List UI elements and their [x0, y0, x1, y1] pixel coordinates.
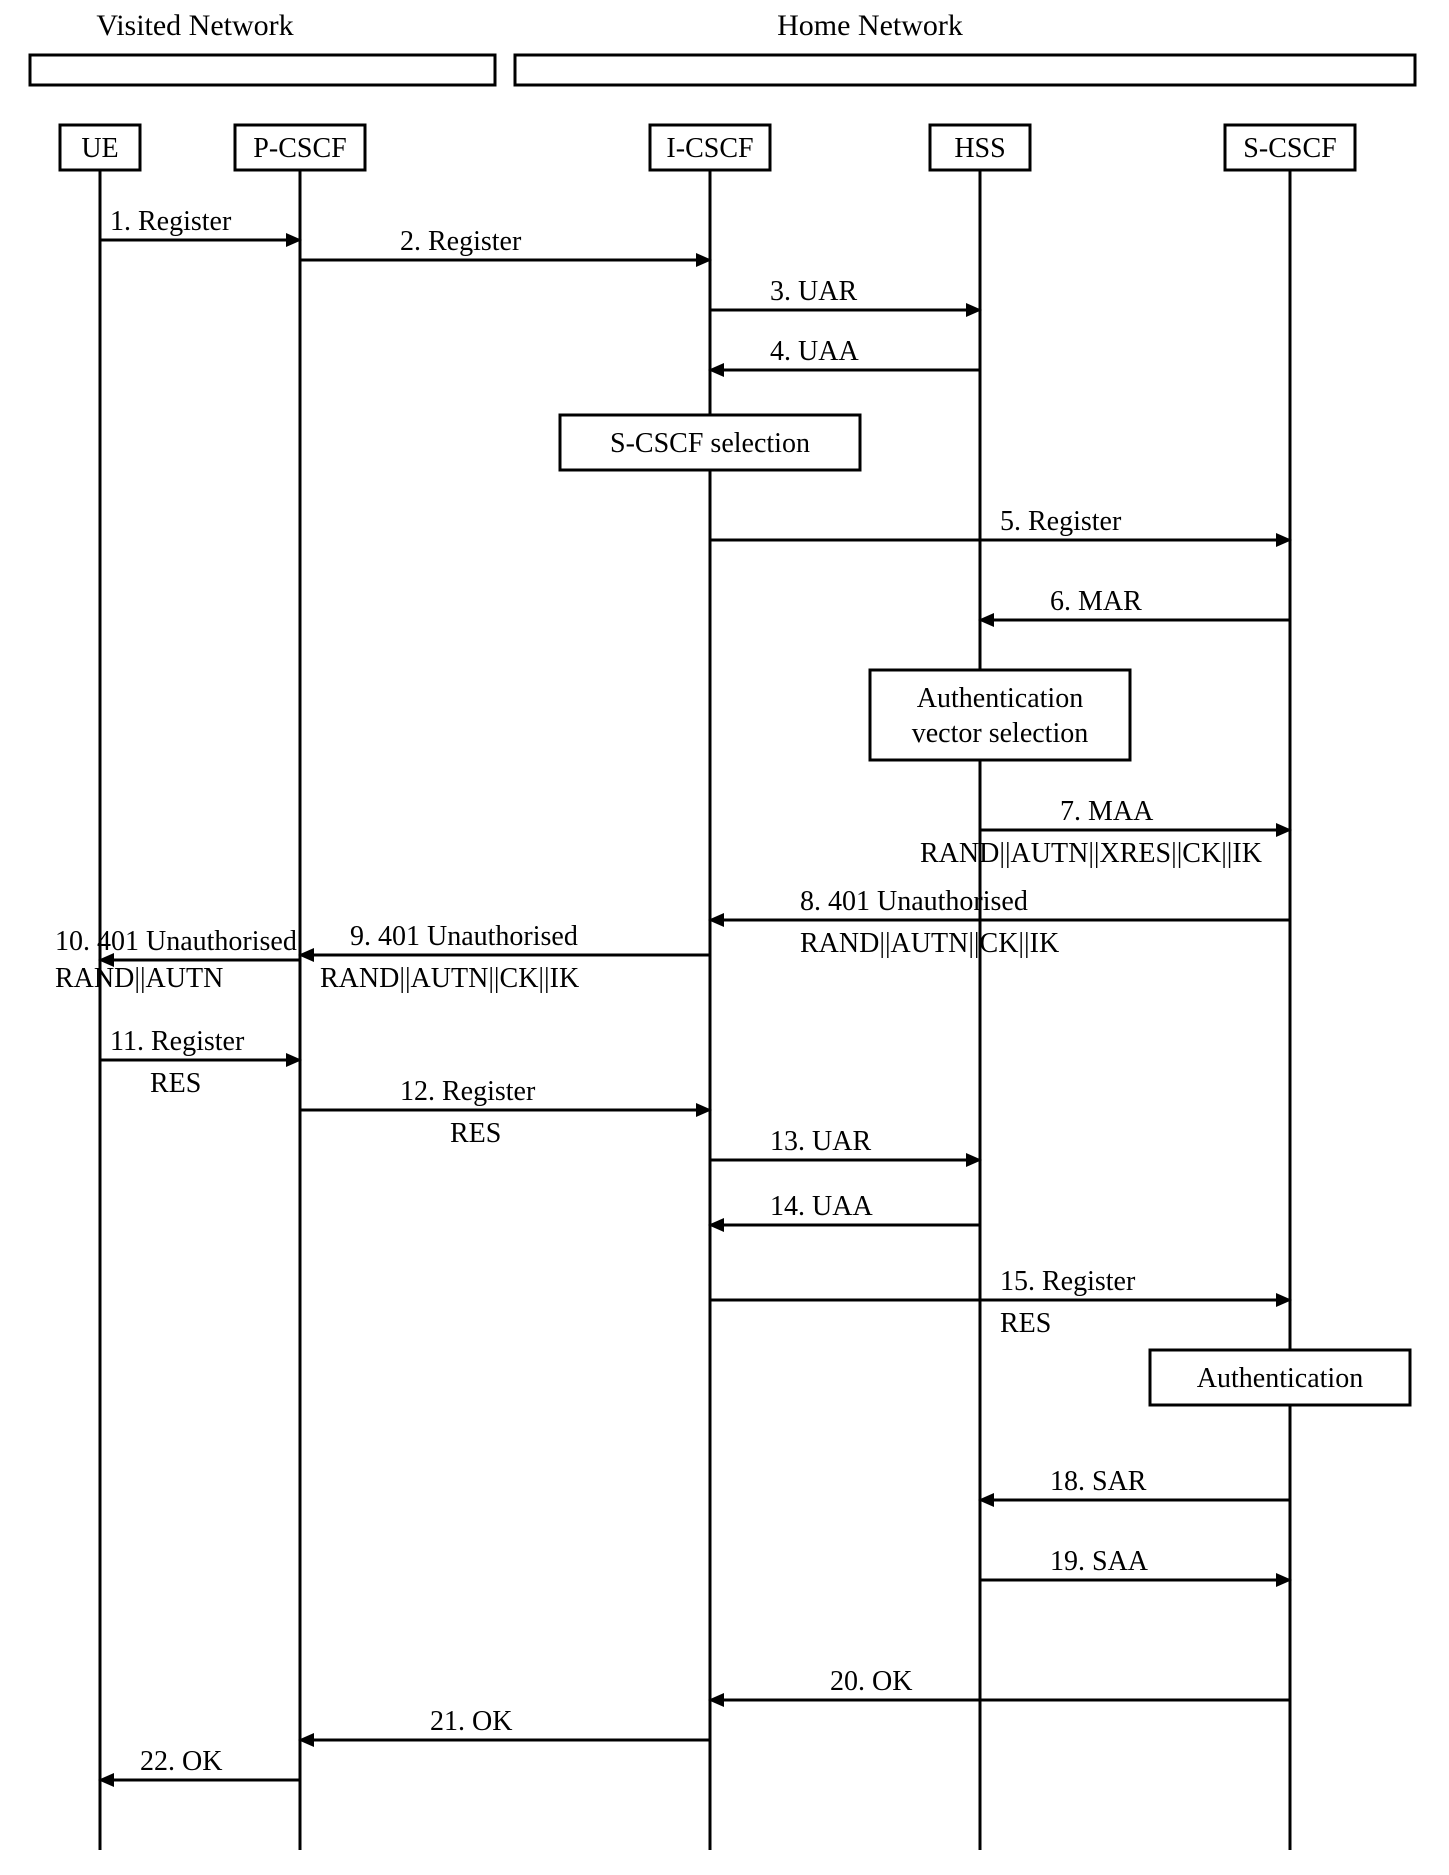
scscf-label: S-CSCF	[1243, 133, 1336, 164]
msg-15-label: 15. Register	[1000, 1266, 1136, 1297]
visited-network-label: Visited Network	[96, 9, 293, 42]
msg-4-label: 4. UAA	[770, 336, 859, 367]
home-network-label: Home Network	[777, 9, 963, 42]
msg-7-sub: RAND||AUTN||XRES||CK||IK	[920, 838, 1262, 869]
ue-label: UE	[81, 133, 118, 164]
msg-10-sub: RAND||AUTN	[55, 963, 223, 994]
pcscf-label: P-CSCF	[253, 133, 346, 164]
msg-13-label: 13. UAR	[770, 1126, 871, 1157]
msg-20-label: 20. OK	[830, 1666, 912, 1697]
msg-10-label: 10. 401 Unauthorised	[55, 926, 297, 957]
msg-21-label: 21. OK	[430, 1706, 512, 1737]
msg-2-label: 2. Register	[400, 226, 522, 257]
sequence-diagram: Visited Network Home Network UE P-CSCF I…	[0, 0, 1449, 1875]
hss-label: HSS	[954, 133, 1005, 164]
msg-9-sub: RAND||AUTN||CK||IK	[320, 963, 579, 994]
visited-network-bar	[30, 55, 495, 85]
msg-1-label: 1. Register	[110, 206, 232, 237]
auth-vector-l2: vector selection	[912, 718, 1088, 749]
msg-15-sub: RES	[1000, 1308, 1051, 1339]
msg-18-label: 18. SAR	[1050, 1466, 1147, 1497]
msg-22-label: 22. OK	[140, 1746, 222, 1777]
msg-6-label: 6. MAR	[1050, 586, 1142, 617]
msg-19-label: 19. SAA	[1050, 1546, 1149, 1577]
msg-3-label: 3. UAR	[770, 276, 857, 307]
scscf-selection-label: S-CSCF selection	[610, 428, 810, 459]
auth-vector-l1: Authentication	[917, 683, 1083, 714]
msg-8-label: 8. 401 Unauthorised	[800, 886, 1028, 917]
icscf-label: I-CSCF	[666, 133, 753, 164]
msg-12-sub: RES	[450, 1118, 501, 1149]
msg-7-label: 7. MAA	[1060, 796, 1154, 827]
msg-12-label: 12. Register	[400, 1076, 536, 1107]
msg-14-label: 14. UAA	[770, 1191, 873, 1222]
home-network-bar	[515, 55, 1415, 85]
msg-11-label: 11. Register	[110, 1026, 245, 1057]
msg-8-sub: RAND||AUTN||CK||IK	[800, 928, 1059, 959]
msg-5-label: 5. Register	[1000, 506, 1122, 537]
msg-9-label: 9. 401 Unauthorised	[350, 921, 578, 952]
msg-11-sub: RES	[150, 1068, 201, 1099]
authentication-label: Authentication	[1197, 1363, 1363, 1394]
